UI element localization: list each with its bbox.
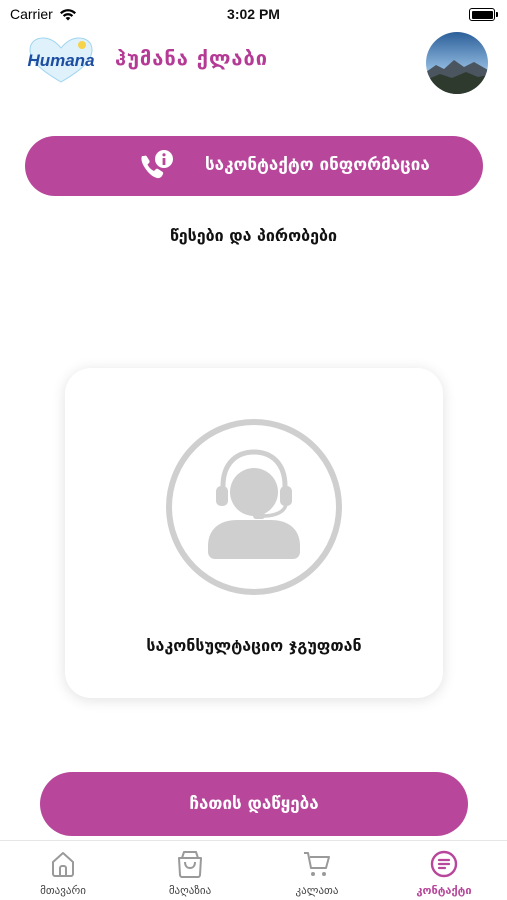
tab-home-label: მთავარი (40, 884, 86, 897)
app-header: Humana ჰუმანა ქლაბი (0, 32, 507, 94)
avatar-image (426, 32, 488, 94)
contact-info-label: საკონტაქტო ინფორმაცია (205, 155, 430, 175)
phone-info-icon (141, 150, 173, 179)
tab-home[interactable]: მთავარი (0, 841, 126, 900)
tab-cart-label: კალათა (295, 884, 339, 897)
humana-logo: Humana (27, 37, 95, 83)
avatar[interactable] (426, 32, 488, 94)
start-chat-label: ჩათის დაწყება (189, 794, 319, 814)
tab-cart[interactable]: კალათა (254, 841, 380, 900)
tab-contact-label: კონტაქტი (416, 884, 472, 897)
terms-link[interactable]: წესები და პირობები (0, 226, 507, 245)
clock: 3:02 PM (227, 6, 280, 22)
cart-icon (304, 852, 330, 876)
status-bar: Carrier 3:02 PM (0, 0, 507, 28)
contact-list-icon (430, 850, 458, 878)
support-agent-icon (166, 419, 342, 595)
battery-icon (469, 8, 498, 21)
page-title: ჰუმანა ქლაბი (115, 46, 269, 70)
logo-text: Humana (27, 51, 94, 70)
tab-shop[interactable]: მაღაზია (127, 841, 253, 900)
home-icon (52, 852, 74, 877)
tab-contact[interactable]: კონტაქტი (381, 841, 507, 900)
contact-info-button[interactable]: საკონტაქტო ინფორმაცია (25, 136, 483, 196)
bag-icon (178, 851, 202, 878)
tab-bar: მთავარი მაღაზია კალათა კონტაქტი (0, 840, 507, 900)
tab-shop-label: მაღაზია (168, 884, 212, 897)
consultation-label: საკონსულტაციო ჯგუფთან (146, 636, 362, 655)
consultation-card[interactable]: საკონსულტაციო ჯგუფთან (65, 368, 443, 698)
start-chat-button[interactable]: ჩათის დაწყება (40, 772, 468, 836)
